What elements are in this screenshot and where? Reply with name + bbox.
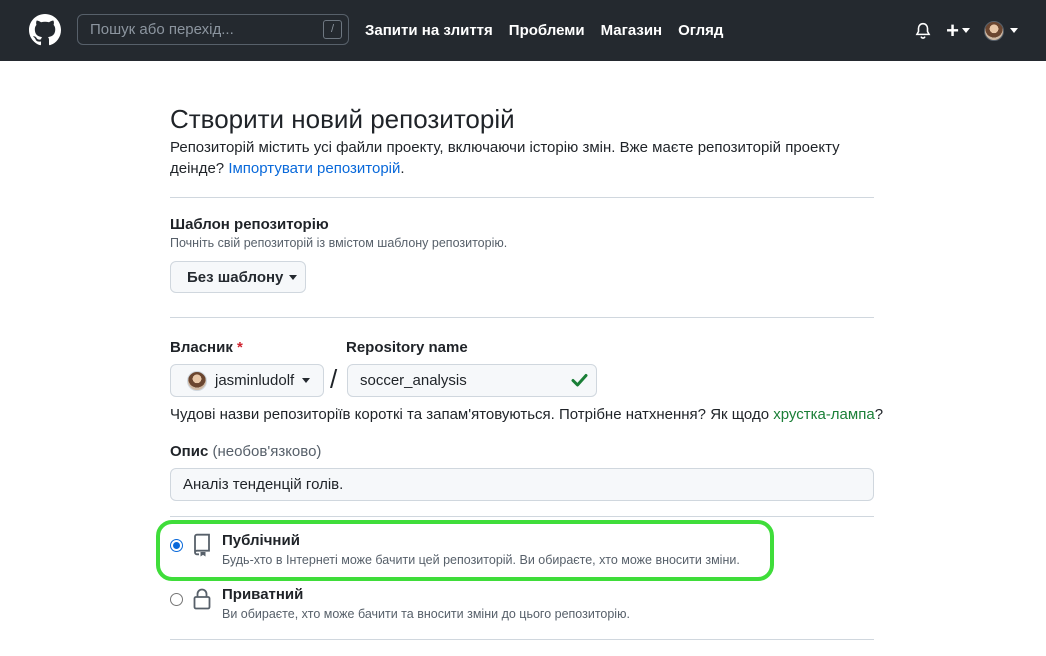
chevron-down-icon bbox=[289, 274, 298, 280]
private-radio[interactable] bbox=[170, 593, 183, 606]
divider bbox=[170, 516, 874, 517]
divider bbox=[170, 639, 874, 640]
chevron-down-icon bbox=[962, 28, 970, 33]
global-header: Пошук або перехід... / Запити на злиття … bbox=[0, 0, 1046, 61]
chevron-down-icon bbox=[302, 378, 311, 383]
private-title: Приватний bbox=[222, 586, 304, 603]
owner-name: jasminludolf bbox=[215, 372, 295, 389]
page-description-end: . bbox=[400, 160, 405, 177]
chevron-down-icon bbox=[1010, 28, 1018, 33]
description-label-text: Опис bbox=[170, 443, 209, 460]
visibility-option-private[interactable]: Приватний Ви обираєте, хто може бачити т… bbox=[170, 585, 874, 629]
description-value: Аналіз тенденцій голів. bbox=[183, 476, 344, 493]
create-new-menu[interactable]: + bbox=[946, 17, 970, 43]
lock-icon bbox=[193, 588, 211, 610]
description-label: Опис (необов'язково) bbox=[170, 443, 321, 460]
required-mark: * bbox=[237, 339, 243, 356]
owner-label: Власник * bbox=[170, 339, 243, 356]
user-menu[interactable] bbox=[984, 20, 1018, 41]
repository-name-input[interactable]: soccer_analysis bbox=[347, 364, 597, 397]
public-option-highlight bbox=[156, 520, 774, 581]
search-shortcut-key: / bbox=[323, 20, 342, 39]
nav-issues[interactable]: Проблеми bbox=[509, 22, 585, 39]
divider bbox=[170, 197, 874, 198]
description-input[interactable]: Аналіз тенденцій голів. bbox=[170, 468, 874, 501]
template-select-label: Без шаблону bbox=[187, 268, 284, 286]
private-subtitle: Ви обираєте, хто може бачити та вносити … bbox=[222, 607, 630, 621]
template-label: Шаблон репозиторію bbox=[170, 216, 329, 233]
owner-select-button[interactable]: jasminludolf bbox=[170, 364, 324, 397]
page-title: Створити новий репозиторій bbox=[170, 104, 515, 134]
owner-repo-separator: / bbox=[330, 364, 338, 394]
search-placeholder: Пошук або перехід... bbox=[90, 21, 234, 38]
check-icon bbox=[571, 374, 588, 387]
name-hint-text: Чудові назви репозиторіїв короткі та зап… bbox=[170, 406, 774, 423]
import-repository-link[interactable]: Імпортувати репозиторій bbox=[228, 160, 400, 177]
page-description: Репозиторій містить усі файли проекту, в… bbox=[170, 137, 860, 179]
nav-pull-requests[interactable]: Запити на злиття bbox=[365, 22, 493, 39]
header-nav: Запити на злиття Проблеми Магазин Огляд bbox=[365, 0, 723, 61]
github-logo-icon[interactable] bbox=[29, 14, 61, 46]
template-select-button[interactable]: Без шаблону bbox=[170, 261, 306, 293]
nav-explore[interactable]: Огляд bbox=[678, 22, 723, 39]
repository-name-hint: Чудові назви репозиторіїв короткі та зап… bbox=[170, 406, 883, 423]
repository-name-label: Repository name bbox=[346, 339, 468, 356]
owner-avatar bbox=[187, 370, 207, 391]
divider bbox=[170, 317, 874, 318]
owner-label-text: Власник bbox=[170, 339, 233, 356]
header-actions: + bbox=[914, 0, 1018, 61]
repository-name-value: soccer_analysis bbox=[360, 372, 467, 389]
nav-marketplace[interactable]: Магазин bbox=[601, 22, 663, 39]
search-input[interactable]: Пошук або перехід... / bbox=[77, 14, 349, 45]
user-avatar bbox=[984, 20, 1004, 41]
plus-icon: + bbox=[946, 17, 959, 43]
template-hint: Почніть свій репозиторій із вмістом шабл… bbox=[170, 236, 508, 250]
optional-mark: (необов'язково) bbox=[212, 443, 322, 460]
name-hint-end: ? bbox=[874, 406, 884, 423]
name-suggestion-link[interactable]: хрустка-лампа bbox=[773, 406, 874, 423]
notifications-bell-icon[interactable] bbox=[914, 22, 932, 40]
